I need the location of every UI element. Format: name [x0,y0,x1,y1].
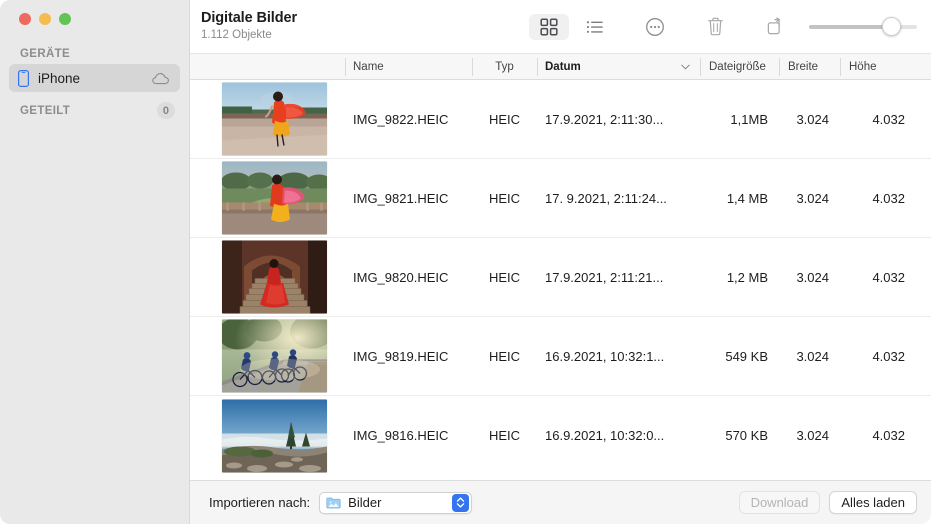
cell-size: 1,4 MB [726,190,768,206]
import-destination-value: Bilder [348,495,382,510]
page-title: Digitale Bilder [201,10,297,26]
cell-width: 3.024 [796,428,829,443]
trash-icon [706,16,725,37]
thumbnail-cell[interactable] [222,161,327,235]
digitale-bilder-window: GERÄTE iPhone GETEILT 0 Digitale Bilder … [0,0,931,524]
cell-width: 3.024 [796,348,829,364]
import-to-label: Importieren nach: [209,495,311,510]
column-header-date[interactable]: Datum [545,54,581,80]
thumbnail-cell[interactable] [222,240,327,314]
import-destination-select[interactable]: Bilder [319,491,473,514]
thumbnail-cell[interactable] [222,82,327,156]
cell-date: 16.9.2021, 10:32:0... [545,428,665,443]
grid-icon [540,17,558,36]
sidebar: GERÄTE iPhone GETEILT 0 [0,0,190,524]
cell-type: HEIC [488,111,521,127]
download-button[interactable]: Download [738,491,821,514]
table-row[interactable]: IMG_9821.HEIC HEIC 17. 9.2021, 2:11:24... 1… [190,159,931,238]
grid-view-button[interactable] [529,13,569,40]
cell-height: 4.032 [872,348,905,364]
table-row[interactable]: IMG_9816.HEIC HEIC 16.9.2021, 10:32:0... 57… [190,396,931,475]
cell-type: HEIC [488,269,521,285]
photo-thumbnail [222,240,327,314]
cell-width: 3.024 [796,269,829,285]
slider-thumb[interactable] [881,17,901,36]
cell-height: 4.032 [872,428,905,443]
cell-date: 17.9.2021, 2:11:21... [545,269,664,285]
list-view-button[interactable] [575,14,615,40]
cell-size: 1,1MB [730,111,768,127]
cloud-icon [152,72,171,85]
file-list[interactable]: IMG_9822.HEIC HEIC 17.9.2021, 2:11:30... 1,… [190,80,931,480]
sidebar-section-shared: GETEILT 0 [0,92,189,123]
more-options-button[interactable] [635,14,675,40]
cell-date: 17.9.2021, 2:11:30... [545,111,664,127]
cell-name: IMG_9816.HEIC [353,428,449,443]
cell-date: 17. 9.2021, 2:11:24... [545,190,667,206]
minimize-button[interactable] [39,13,51,25]
cell-date: 16.9.2021, 10:32:1... [545,348,665,364]
thumbnail-cell[interactable] [222,319,327,393]
cell-name: IMG_9819.HEIC [353,348,449,364]
toolbar-buttons [529,13,917,40]
cell-name: IMG_9821.HEIC [353,190,449,206]
bottom-bar: Importieren nach: Bilder Download Alles … [190,480,931,524]
column-header-width[interactable]: Breite [779,54,840,80]
load-all-button[interactable]: Alles laden [829,491,917,514]
delete-button[interactable] [695,14,735,40]
cell-name: IMG_9822.HEIC [353,111,449,127]
sidebar-item-iphone[interactable]: iPhone [9,64,180,92]
column-header-name[interactable]: Name [353,54,384,80]
cell-size: 1,2 MB [726,269,768,285]
item-count: 1.112 Objekte [201,29,272,41]
cell-size: 549 KB [725,348,768,364]
chevron-updown-icon[interactable] [452,493,470,512]
cell-height: 4.032 [872,111,905,127]
iphone-icon [18,69,29,87]
cell-height: 4.032 [872,269,905,285]
sidebar-section-devices-label: GERÄTE [20,48,71,60]
chevron-down-icon [681,64,690,70]
slider-fill [809,24,892,29]
list-icon [586,18,604,36]
cell-height: 4.032 [872,190,905,206]
column-divider[interactable] [345,58,346,76]
photo-thumbnail [222,319,327,393]
column-header-row: Name Typ Datum Dateigröße Breite Höhe [190,53,931,80]
sidebar-item-iphone-label: iPhone [38,70,81,86]
cell-size: 570 KB [725,428,768,443]
cell-width: 3.024 [796,111,829,127]
folder-pictures-icon [326,496,341,509]
table-row[interactable]: IMG_9820.HEIC HEIC 17.9.2021, 2:11:21... 1,… [190,238,931,317]
cell-type: HEIC [488,190,521,206]
toolbar: Digitale Bilder 1.112 Objekte [190,0,931,53]
table-row[interactable]: IMG_9822.HEIC HEIC 17.9.2021, 2:11:30... 1,… [190,80,931,159]
photo-thumbnail [222,82,327,156]
title-block: Digitale Bilder 1.112 Objekte [201,10,297,43]
cell-type: HEIC [488,348,521,364]
zoom-button[interactable] [59,13,71,25]
ellipsis-circle-icon [645,17,665,37]
cell-name: IMG_9820.HEIC [353,269,449,285]
column-divider[interactable] [537,58,538,76]
sidebar-section-shared-count: 0 [156,102,175,119]
rotate-button[interactable] [755,14,795,40]
photo-thumbnail [222,161,327,235]
table-row[interactable]: IMG_9819.HEIC HEIC 16.9.2021, 10:32:1... 54… [190,317,931,396]
main-content: Digitale Bilder 1.112 Objekte Name Typ D… [190,0,931,524]
cell-type: HEIC [488,428,521,443]
sidebar-section-shared-label: GETEILT [20,104,71,117]
thumbnail-cell[interactable] [222,399,327,472]
rotate-icon [766,17,785,36]
close-button[interactable] [19,13,31,25]
column-header-height[interactable]: Höhe [840,54,916,80]
column-header-size[interactable]: Dateigröße [700,54,779,80]
window-controls [0,0,189,38]
cell-width: 3.024 [796,190,829,206]
sidebar-section-devices: GERÄTE [0,38,189,64]
column-header-type[interactable]: Typ [472,54,537,80]
thumbnail-size-slider[interactable] [809,16,917,38]
photo-thumbnail [222,399,327,472]
